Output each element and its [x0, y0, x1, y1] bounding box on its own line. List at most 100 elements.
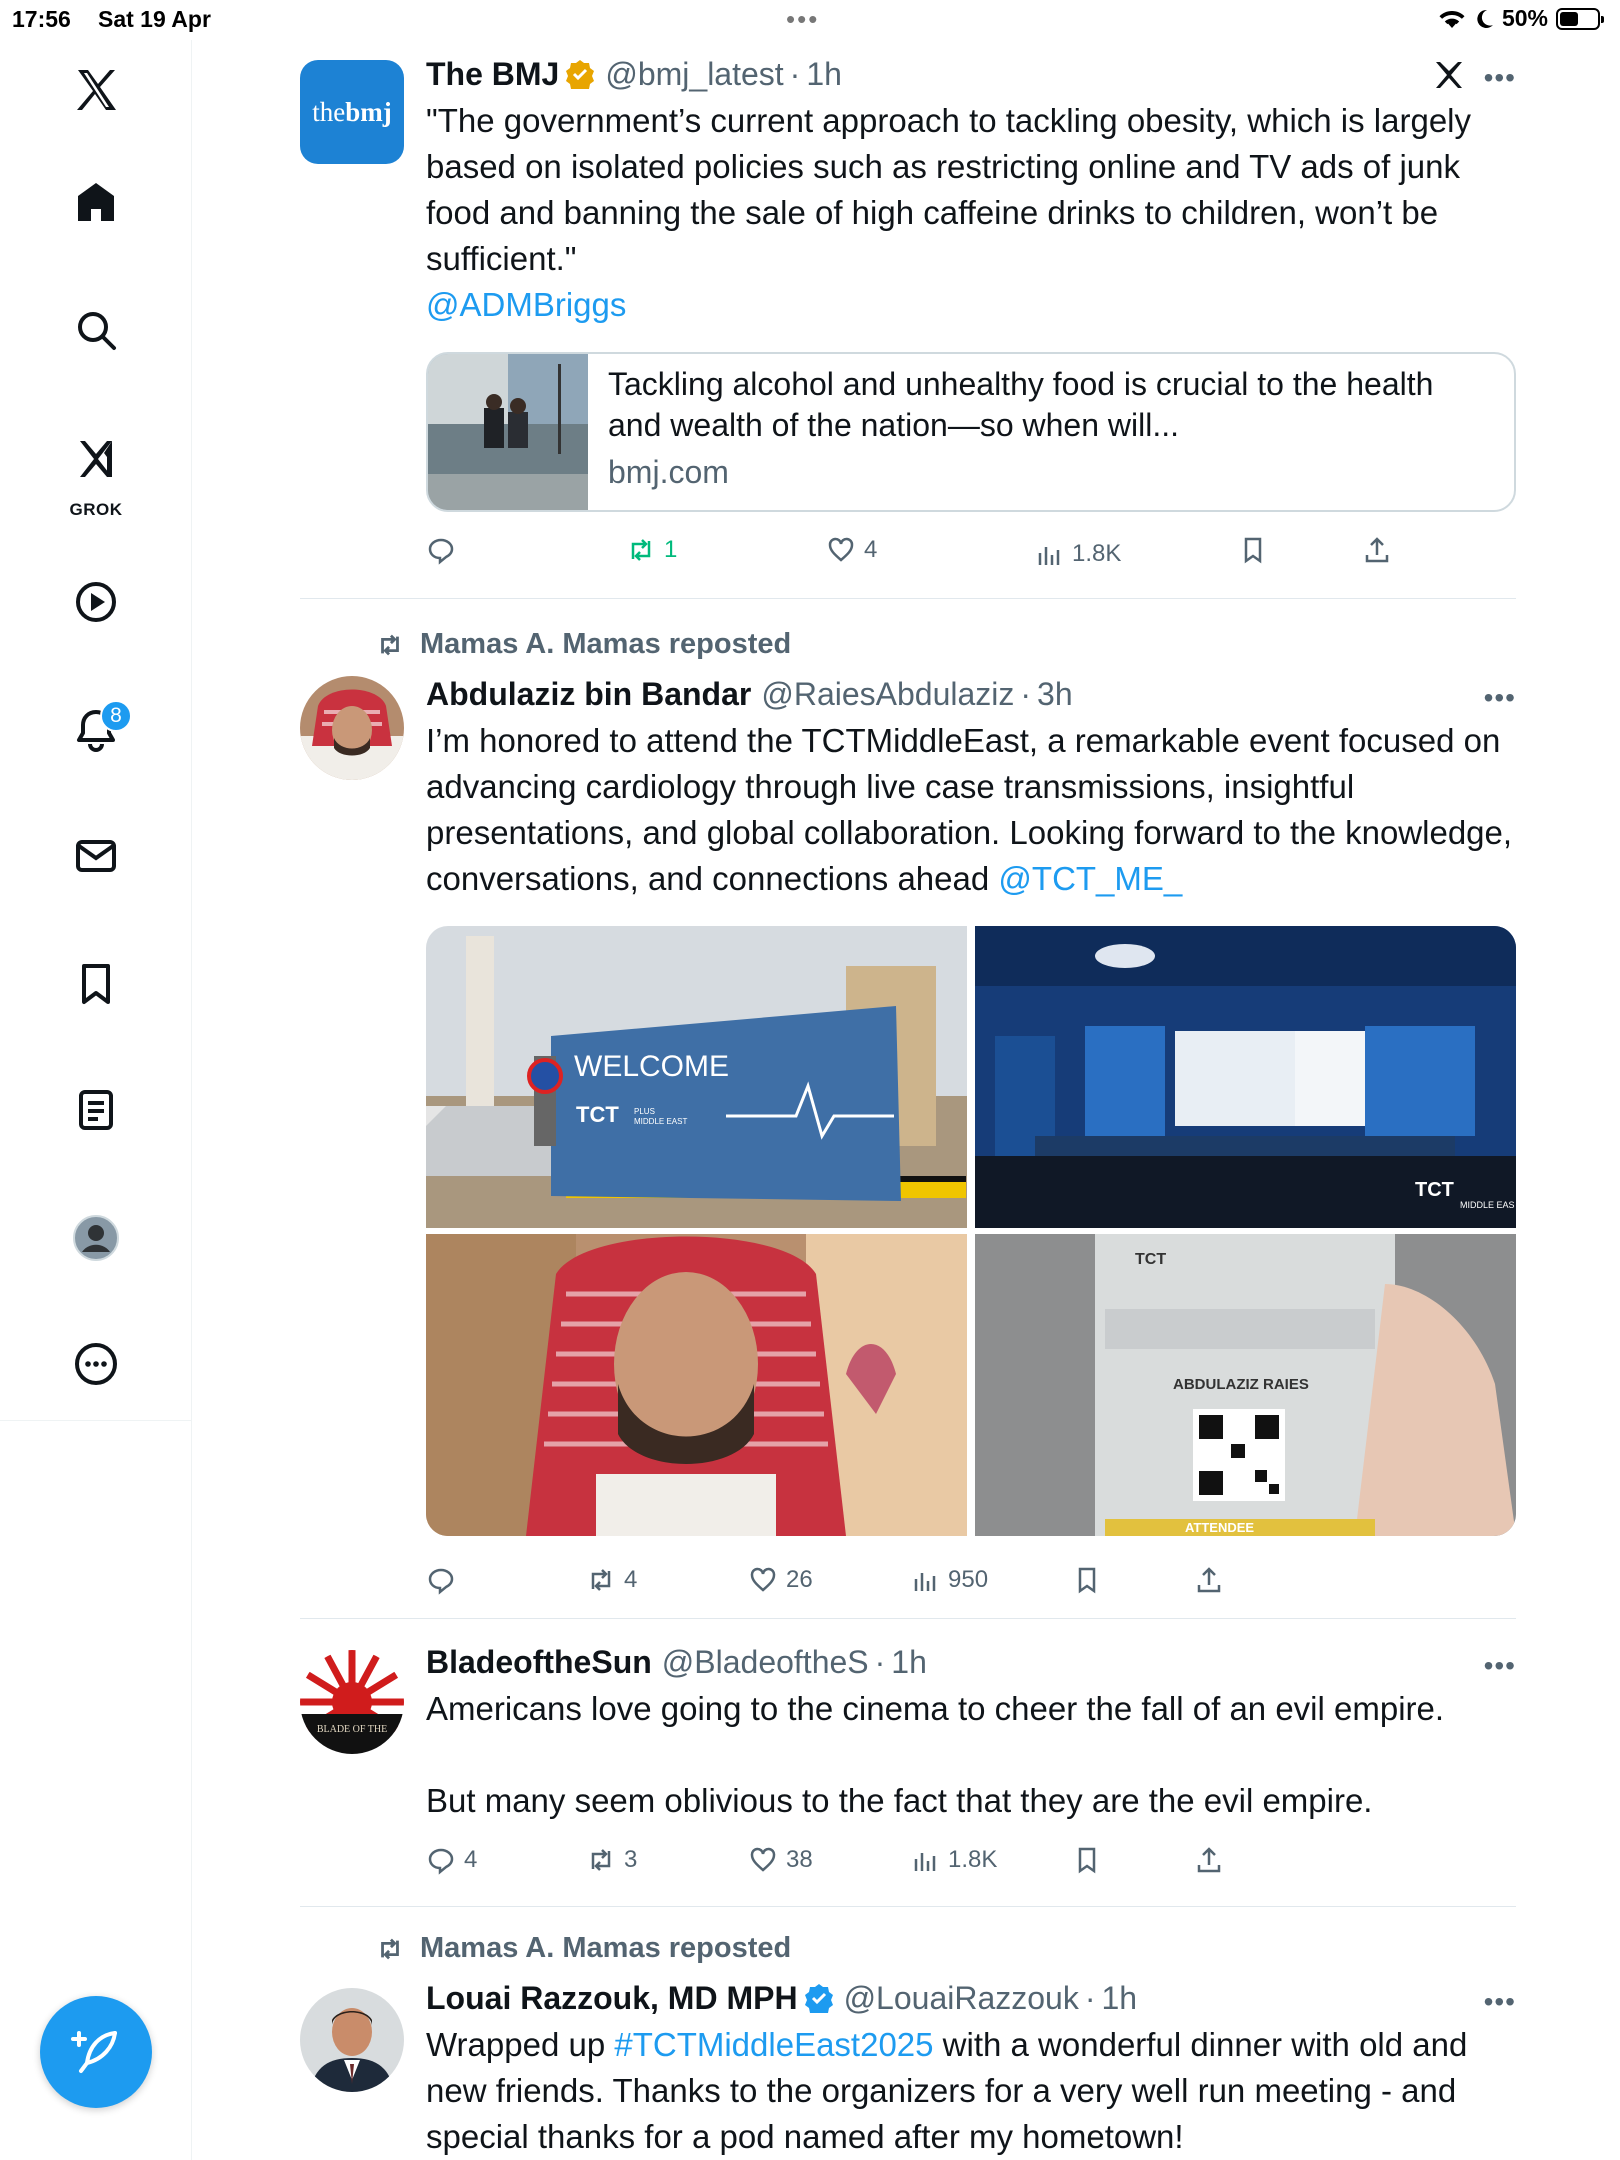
repost-button[interactable]: 3 — [586, 1840, 637, 1880]
abdulaziz-avatar[interactable] — [300, 676, 404, 780]
repost-indicator[interactable]: Mamas A. Mamas reposted — [374, 1932, 791, 1965]
grok-icon[interactable]: GROK — [56, 416, 136, 526]
mention-link[interactable]: @TCT_ME_ — [998, 860, 1182, 897]
tweet-time[interactable]: 1h — [806, 56, 842, 93]
bookmark-button[interactable] — [1238, 530, 1268, 570]
tweet-body: Abdulaziz bin Bandar @RaiesAbdulaziz · 3… — [426, 672, 1516, 902]
share-button[interactable] — [1362, 530, 1392, 570]
mail-icon[interactable] — [56, 816, 136, 896]
repost-count: 1 — [664, 536, 678, 563]
link-card[interactable]: Tackling alcohol and unhealthy food is c… — [426, 352, 1516, 512]
views-button[interactable]: 950 — [910, 1560, 988, 1600]
battery-percent: 50% — [1501, 5, 1548, 31]
repost-icon — [591, 1569, 611, 1591]
photo-attendee-badge[interactable]: TCT ABDULAZIZ RAIES ATTENDEE — [975, 1234, 1516, 1536]
battery-fill — [1560, 11, 1578, 26]
image-grid: WELCOME TCT PLUS MIDDLE EAST TCT MIDDLE … — [426, 926, 1516, 1536]
notifications-badge: 8 — [100, 700, 132, 732]
views-icon — [1038, 547, 1060, 565]
tweet-separator — [300, 598, 1516, 599]
bookmark-icon — [1244, 537, 1262, 564]
tweet-time[interactable]: 1h — [891, 1644, 927, 1681]
author-handle[interactable]: @bmj_latest — [605, 56, 783, 93]
tweet-actions: 1 4 1.8K — [426, 530, 1426, 570]
wifi-icon — [1439, 10, 1465, 28]
bmj-avatar[interactable]: the bmj — [300, 60, 404, 164]
repost-button[interactable]: 4 — [586, 1560, 637, 1600]
link-card-domain: bmj.com — [608, 454, 729, 490]
more-options-icon[interactable] — [56, 1324, 136, 1404]
bladeofthesun-avatar[interactable]: BLADE OF THE — [300, 1650, 404, 1754]
tweet-text: Americans love going to the cinema to ch… — [426, 1690, 1445, 1819]
views-button[interactable]: 1.8K — [1034, 534, 1121, 574]
like-button[interactable]: 38 — [748, 1840, 813, 1880]
author-name[interactable]: Louai Razzouk, MD MPH — [426, 1980, 798, 2017]
tweet-text-content: I’m honored to attend the TCTMiddleEast,… — [426, 722, 1522, 897]
blue-verified-icon — [804, 1984, 833, 2013]
bookmark-icon[interactable] — [56, 944, 136, 1024]
sidebar: GROK 8 — [0, 40, 192, 2160]
reply-button[interactable] — [426, 530, 464, 570]
welcome-text: WELCOME — [574, 1050, 729, 1083]
reply-icon — [428, 1848, 454, 1875]
author-name[interactable]: The BMJ — [426, 56, 559, 93]
like-button[interactable]: 4 — [826, 530, 877, 570]
reply-icon — [428, 1568, 454, 1595]
photo-selfie[interactable] — [426, 1234, 967, 1536]
moon-icon — [1477, 9, 1493, 28]
grok-explain-icon[interactable] — [1432, 58, 1466, 92]
heart-icon — [828, 537, 854, 562]
compose-button[interactable] — [40, 1996, 152, 2108]
notifications-icon[interactable]: 8 — [56, 690, 136, 770]
author-name[interactable]: BladeoftheSun — [426, 1644, 652, 1681]
heart-icon — [750, 1567, 776, 1592]
sidebar-divider — [0, 1420, 192, 1421]
views-button[interactable]: 1.8K — [910, 1840, 997, 1880]
reply-button[interactable]: 4 — [426, 1840, 477, 1880]
avatar-text: BLADE OF THE — [317, 1724, 387, 1735]
like-button[interactable]: 26 — [748, 1560, 813, 1600]
repost-button[interactable]: 1 — [626, 530, 677, 570]
search-icon[interactable] — [56, 290, 136, 370]
bookmark-button[interactable] — [1072, 1560, 1102, 1600]
author-handle[interactable]: @RaiesAbdulaziz — [761, 676, 1014, 713]
x-logo-icon[interactable] — [56, 50, 136, 130]
repost-icon — [631, 539, 651, 561]
tweet-actions: 4 3 38 1.8K — [426, 1840, 1426, 1880]
multitasking-dots[interactable]: ••• — [786, 4, 819, 35]
more-options-icon[interactable]: ••• — [1484, 1650, 1516, 1682]
tweet-time[interactable]: 1h — [1102, 1980, 1138, 2017]
tweet-text: Wrapped up #TCTMiddleEast2025 with a won… — [426, 2022, 1516, 2160]
profile-avatar-icon[interactable] — [56, 1198, 136, 1278]
louai-razzouk-avatar[interactable] — [300, 1988, 404, 2092]
share-button[interactable] — [1194, 1560, 1224, 1600]
like-count: 38 — [786, 1846, 813, 1873]
author-name[interactable]: Abdulaziz bin Bandar — [426, 676, 751, 713]
home-icon[interactable] — [56, 162, 136, 242]
more-options-icon[interactable]: ••• — [1484, 1986, 1516, 2018]
photo-welcome-sign[interactable]: WELCOME TCT PLUS MIDDLE EAST — [426, 926, 967, 1228]
reply-button[interactable] — [426, 1560, 464, 1600]
author-handle[interactable]: @LouaiRazzouk — [844, 1980, 1079, 2017]
tweet-actions: 4 26 950 — [426, 1560, 1426, 1600]
bookmark-button[interactable] — [1072, 1840, 1102, 1880]
more-options-icon[interactable]: ••• — [1484, 62, 1516, 94]
hashtag-link[interactable]: #TCTMiddleEast2025 — [614, 2026, 933, 2063]
author-handle[interactable]: @BladeoftheS — [662, 1644, 869, 1681]
tweet-header: BladeoftheSun @BladeoftheS · 1h — [426, 1640, 1516, 1684]
tweet-body: The BMJ @bmj_latest · 1h ••• "The govern… — [426, 52, 1516, 328]
repost-indicator[interactable]: Mamas A. Mamas reposted — [374, 628, 791, 661]
repost-count: 4 — [624, 1566, 638, 1593]
tweet-time[interactable]: 3h — [1037, 676, 1073, 713]
video-icon[interactable] — [56, 562, 136, 642]
badge-name-text: ABDULAZIZ RAIES — [1173, 1376, 1309, 1393]
mention-link[interactable]: @ADMBriggs — [426, 286, 626, 323]
reposted-by-label: Mamas A. Mamas reposted — [420, 628, 792, 660]
heart-icon — [750, 1847, 776, 1872]
more-options-icon[interactable]: ••• — [1484, 682, 1516, 714]
share-button[interactable] — [1194, 1840, 1224, 1880]
tweet-header: Abdulaziz bin Bandar @RaiesAbdulaziz · 3… — [426, 672, 1516, 716]
lists-icon[interactable] — [56, 1070, 136, 1150]
photo-conference-stage[interactable]: TCT MIDDLE EAS — [975, 926, 1516, 1228]
tweet-body: Louai Razzouk, MD MPH @LouaiRazzouk · 1h… — [426, 1976, 1516, 2160]
